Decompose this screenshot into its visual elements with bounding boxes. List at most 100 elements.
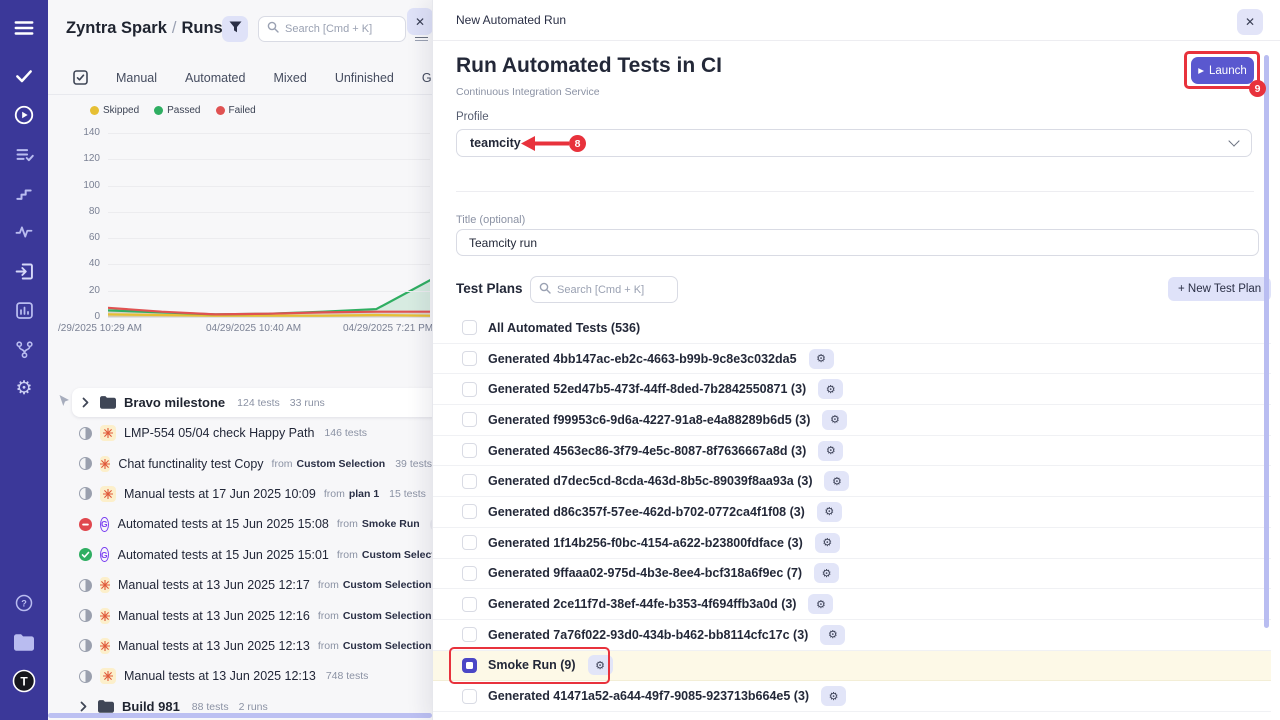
run-row[interactable]: Manual tests at 13 Jun 2025 12:16fromCus…	[48, 600, 432, 630]
milestone-card[interactable]: Bravo milestone124 tests33 runs	[72, 388, 440, 417]
test-plan-row-generated-7a76f022-93d0-434b-b462-bb8114cfc17c[interactable]: Generated 7a76f022-93d0-434b-b462-bb8114…	[433, 620, 1271, 651]
test-plan-label: Generated 9ffaaa02-975d-4b3e-8ee4-bcf318…	[488, 566, 802, 580]
test-plan-row-generated-52ed47b5-473f-44ff-8ded-7b2842550871[interactable]: Generated 52ed47b5-473f-44ff-8ded-7b2842…	[433, 374, 1271, 405]
run-title: LMP-554 05/04 check Happy Path	[124, 426, 314, 440]
run-group-row[interactable]: Bravo milestone124 tests33 runs	[48, 388, 432, 418]
checkbox[interactable]	[462, 443, 477, 458]
launch-button[interactable]: ▶ Launch	[1191, 57, 1254, 84]
folder-nav-icon[interactable]	[12, 630, 36, 654]
gear-icon[interactable]: ⚙	[12, 376, 36, 400]
steps-icon[interactable]	[12, 181, 36, 205]
test-plan-row-generated-41471a52-a644-49f7-9085-923713b664e5[interactable]: Generated 41471a52-a644-49f7-9085-923713…	[433, 681, 1271, 712]
checkbox-checked[interactable]	[462, 658, 477, 673]
gear-button[interactable]: ⚙	[814, 563, 839, 583]
manual-run-icon	[100, 668, 116, 684]
automated-run-icon: G	[100, 517, 109, 532]
runs-search[interactable]	[258, 16, 406, 42]
run-row[interactable]: LMP-554 05/04 check Happy Path146 tests	[48, 418, 432, 448]
checkbox[interactable]	[462, 689, 477, 704]
play-icon: ▶	[1198, 66, 1204, 75]
run-row[interactable]: Chat functinality test CopyfromCustom Se…	[48, 448, 432, 478]
panel-close-button[interactable]: ✕	[407, 8, 433, 35]
checkbox[interactable]	[462, 535, 477, 550]
vertical-scrollbar[interactable]	[1264, 55, 1269, 628]
branch-icon[interactable]	[12, 337, 36, 361]
run-row[interactable]: Manual tests at 13 Jun 2025 12:13fromCus…	[48, 631, 432, 661]
gear-button[interactable]: ⚙	[821, 686, 846, 706]
test-plan-label: Generated 41471a52-a644-49f7-9085-923713…	[488, 689, 809, 703]
status-passed-icon	[79, 548, 92, 561]
manual-run-icon	[100, 638, 110, 654]
test-plan-row-generated-2ce11f7d-38ef-44fe-b353-4f694ffb3a0d[interactable]: Generated 2ce11f7d-38ef-44fe-b353-4f694f…	[433, 589, 1271, 620]
test-plan-row-generated-4563ec86-3f79-4e5c-8087-8f7636667a8d[interactable]: Generated 4563ec86-3f79-4e5c-8087-8f7636…	[433, 436, 1271, 467]
test-plan-row-generated-d86c357f-57ee-462d-b702-0772ca4f1f08[interactable]: Generated d86c357f-57ee-462d-b702-0772ca…	[433, 497, 1271, 528]
gear-button[interactable]: ⚙	[824, 471, 849, 491]
title-field[interactable]	[456, 229, 1259, 256]
gear-button[interactable]: ⚙	[817, 502, 842, 522]
test-plans-search-input[interactable]	[557, 284, 669, 296]
tabs-divider	[48, 94, 432, 95]
status-half-icon	[79, 457, 92, 470]
avatar[interactable]: T	[12, 669, 36, 693]
test-plan-label: All Automated Tests (536)	[488, 321, 640, 335]
menu-icon[interactable]	[12, 16, 36, 40]
new-test-plan-button[interactable]: + New Test Plan	[1168, 277, 1271, 301]
tab-mixed[interactable]: Mixed	[273, 71, 306, 85]
test-plan-row-generated-9ffaaa02-975d-4b3e-8ee4-bcf318a6f9ec[interactable]: Generated 9ffaaa02-975d-4b3e-8ee4-bcf318…	[433, 559, 1271, 590]
run-title: Chat functinality test Copy	[118, 457, 263, 471]
chevron-right-icon[interactable]	[79, 701, 89, 712]
select-all-icon[interactable]	[73, 70, 88, 85]
test-plans-search[interactable]	[530, 276, 678, 303]
checkbox[interactable]	[462, 382, 477, 397]
sign-in-icon[interactable]	[12, 259, 36, 283]
test-plan-row-generated-d7dec5cd-8cda-463d-8b5c-89039f8aa93a[interactable]: Generated d7dec5cd-8cda-463d-8b5c-89039f…	[433, 466, 1271, 497]
play-circle-icon[interactable]	[12, 103, 36, 127]
list-check-icon[interactable]	[12, 142, 36, 166]
test-plan-label: Generated 4bb147ac-eb2c-4663-b99b-9c8e3c…	[488, 352, 797, 366]
activity-icon[interactable]	[12, 220, 36, 244]
chart-legend: SkippedPassedFailed	[90, 105, 256, 116]
filter-button[interactable]	[222, 16, 248, 42]
run-title: Manual tests at 13 Jun 2025 12:17	[118, 578, 310, 592]
drawer-close-button[interactable]: ✕	[1237, 9, 1263, 35]
test-plan-row-smoke-run[interactable]: Smoke Run (9)⚙	[433, 651, 1271, 682]
test-plan-row-generated-4bb147ac-eb2c-4663-b99b-9c8e3c032da5[interactable]: Generated 4bb147ac-eb2c-4663-b99b-9c8e3c…	[433, 344, 1271, 375]
run-row[interactable]: GAutomated tests at 15 Jun 2025 15:01fro…	[48, 540, 432, 570]
checkbox[interactable]	[462, 412, 477, 427]
checkbox[interactable]	[462, 504, 477, 519]
run-row[interactable]: Manual tests at 13 Jun 2025 12:13748 tes…	[48, 661, 432, 691]
gear-button[interactable]: ⚙	[818, 441, 843, 461]
gear-button[interactable]: ⚙	[588, 655, 613, 675]
help-icon[interactable]: ?	[12, 591, 36, 615]
run-row[interactable]: GAutomated tests at 15 Jun 2025 15:08fro…	[48, 509, 432, 539]
gear-button[interactable]: ⚙	[822, 410, 847, 430]
gear-button[interactable]: ⚙	[808, 594, 833, 614]
tab-manual[interactable]: Manual	[116, 71, 157, 85]
bar-chart-icon[interactable]	[12, 298, 36, 322]
checkbox[interactable]	[462, 627, 477, 642]
runs-search-input[interactable]	[285, 23, 397, 35]
checkbox[interactable]	[462, 566, 477, 581]
tab-unfinished[interactable]: Unfinished	[335, 71, 394, 85]
new-test-plan-label: + New Test Plan	[1178, 283, 1261, 295]
run-row[interactable]: Manual tests at 17 Jun 2025 10:09frompla…	[48, 479, 432, 509]
checkbox[interactable]	[462, 320, 477, 335]
check-icon[interactable]	[12, 64, 36, 88]
checkbox[interactable]	[462, 351, 477, 366]
gear-button[interactable]: ⚙	[809, 349, 834, 369]
run-row[interactable]: Manual tests at 13 Jun 2025 12:17fromCus…	[48, 570, 432, 600]
from-label: from	[318, 640, 339, 652]
tab-automated[interactable]: Automated	[185, 71, 245, 85]
test-plan-row-all-automated-tests[interactable]: All Automated Tests (536)	[433, 313, 1271, 344]
horizontal-scrollbar[interactable]	[48, 713, 432, 718]
chevron-right-icon[interactable]	[81, 397, 91, 408]
annotation-badge-8: 8	[569, 135, 586, 152]
gear-button[interactable]: ⚙	[818, 379, 843, 399]
checkbox[interactable]	[462, 597, 477, 612]
gear-button[interactable]: ⚙	[815, 533, 840, 553]
gear-button[interactable]: ⚙	[820, 625, 845, 645]
checkbox[interactable]	[462, 474, 477, 489]
app-root: ⚙ ? T Zyntra Spark/Runs ✕	[0, 0, 1280, 720]
test-plan-row-generated-1f14b256-f0bc-4154-a622-b23800fdface[interactable]: Generated 1f14b256-f0bc-4154-a622-b23800…	[433, 528, 1271, 559]
test-plan-row-generated-f99953c6-9d6a-4227-91a8-e4a88289b6d5[interactable]: Generated f99953c6-9d6a-4227-91a8-e4a882…	[433, 405, 1271, 436]
